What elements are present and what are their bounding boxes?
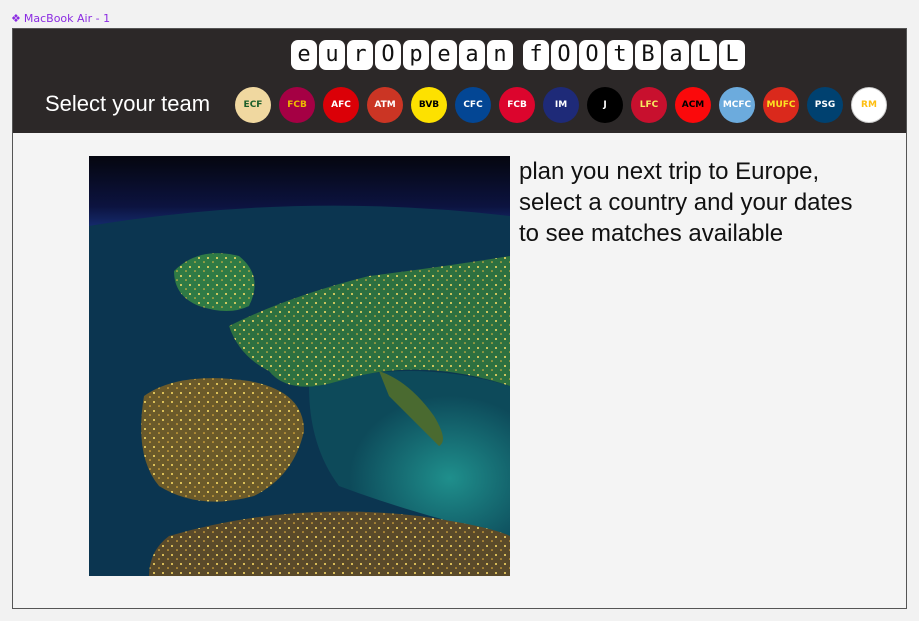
elche-crest-icon[interactable]: ECF [235,87,271,123]
europe-map-image [89,156,510,576]
manutd-crest-icon[interactable]: MUFC [763,87,799,123]
frame-label: ❖ MacBook Air - 1 [11,12,110,25]
select-team-label: Select your team [45,91,211,116]
milan-crest-icon[interactable]: ACM [675,87,711,123]
mancity-crest-icon[interactable]: MCFC [719,87,755,123]
atletico-crest-icon[interactable]: ATM [367,87,403,123]
barcelona-crest-icon[interactable]: FCB [279,87,315,123]
title-letter-tile: r [347,40,373,70]
title-letter-tile: O [375,40,401,70]
realmadrid-crest-icon[interactable]: RM [851,87,887,123]
psg-crest-icon[interactable]: PSG [807,87,843,123]
team-selector: ECF FCB AFC ATM BVB CFC FCB IM J LFC ACM MCFC MUFC PS… [235,87,887,123]
title-letter-tile: e [291,40,317,70]
title-letter-tile: O [579,40,605,70]
bayern-crest-icon[interactable]: FCB [499,87,535,123]
liverpool-crest-icon[interactable]: LFC [631,87,667,123]
title-letter-tile: O [551,40,577,70]
dortmund-crest-icon[interactable]: BVB [411,87,447,123]
europe-night-illustration [89,156,510,576]
title-letter-tile: e [431,40,457,70]
site-title: eurOpeanfOOtBaLL [291,40,753,70]
title-letter-tile: a [663,40,689,70]
title-word-1: eurOpean [291,40,513,70]
header-bar: eurOpeanfOOtBaLL Select your team ECF FCB… [13,29,906,133]
juventus-crest-icon[interactable]: J [587,87,623,123]
component-diamond-icon: ❖ [11,12,21,25]
title-letter-tile: L [691,40,717,70]
title-letter-tile: u [319,40,345,70]
chelsea-crest-icon[interactable]: CFC [455,87,491,123]
title-letter-tile: L [719,40,745,70]
title-letter-tile: t [607,40,633,70]
title-letter-tile: f [523,40,549,70]
inter-crest-icon[interactable]: IM [543,87,579,123]
trip-description: plan you next trip to Europe, select a c… [519,158,853,247]
title-letter-tile: n [487,40,513,70]
title-letter-tile: B [635,40,661,70]
frame-label-text: MacBook Air - 1 [23,12,111,25]
arsenal-crest-icon[interactable]: AFC [323,87,359,123]
title-letter-tile: a [459,40,485,70]
title-word-2: fOOtBaLL [523,40,745,70]
page-frame: eurOpeanfOOtBaLL Select your team ECF FCB… [12,28,907,609]
title-letter-tile: p [403,40,429,70]
